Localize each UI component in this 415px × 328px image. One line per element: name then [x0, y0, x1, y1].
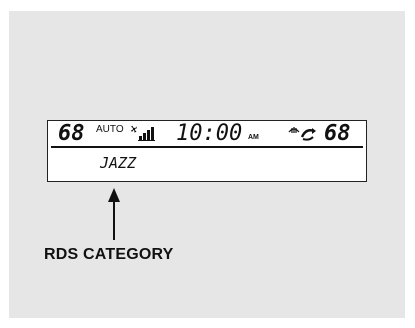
left-temperature: 68	[58, 121, 85, 146]
clock-display: 10:00	[176, 121, 243, 146]
auto-mode-label: AUTO	[96, 124, 124, 135]
rds-category-text: JAZZ	[100, 154, 137, 172]
rds-category-label: RDS CATEGORY	[44, 246, 174, 263]
fan-speed-icon	[131, 125, 155, 141]
am-pm-indicator: AM	[248, 134, 259, 141]
climate-radio-display: 68 AUTO 10:00 AM 68 JAZZ	[47, 120, 367, 182]
callout-arrow	[108, 188, 120, 240]
right-temperature: 68	[324, 121, 351, 146]
display-divider	[51, 146, 363, 148]
air-recirculation-icon	[300, 128, 316, 141]
rear-defrost-icon	[288, 127, 316, 141]
